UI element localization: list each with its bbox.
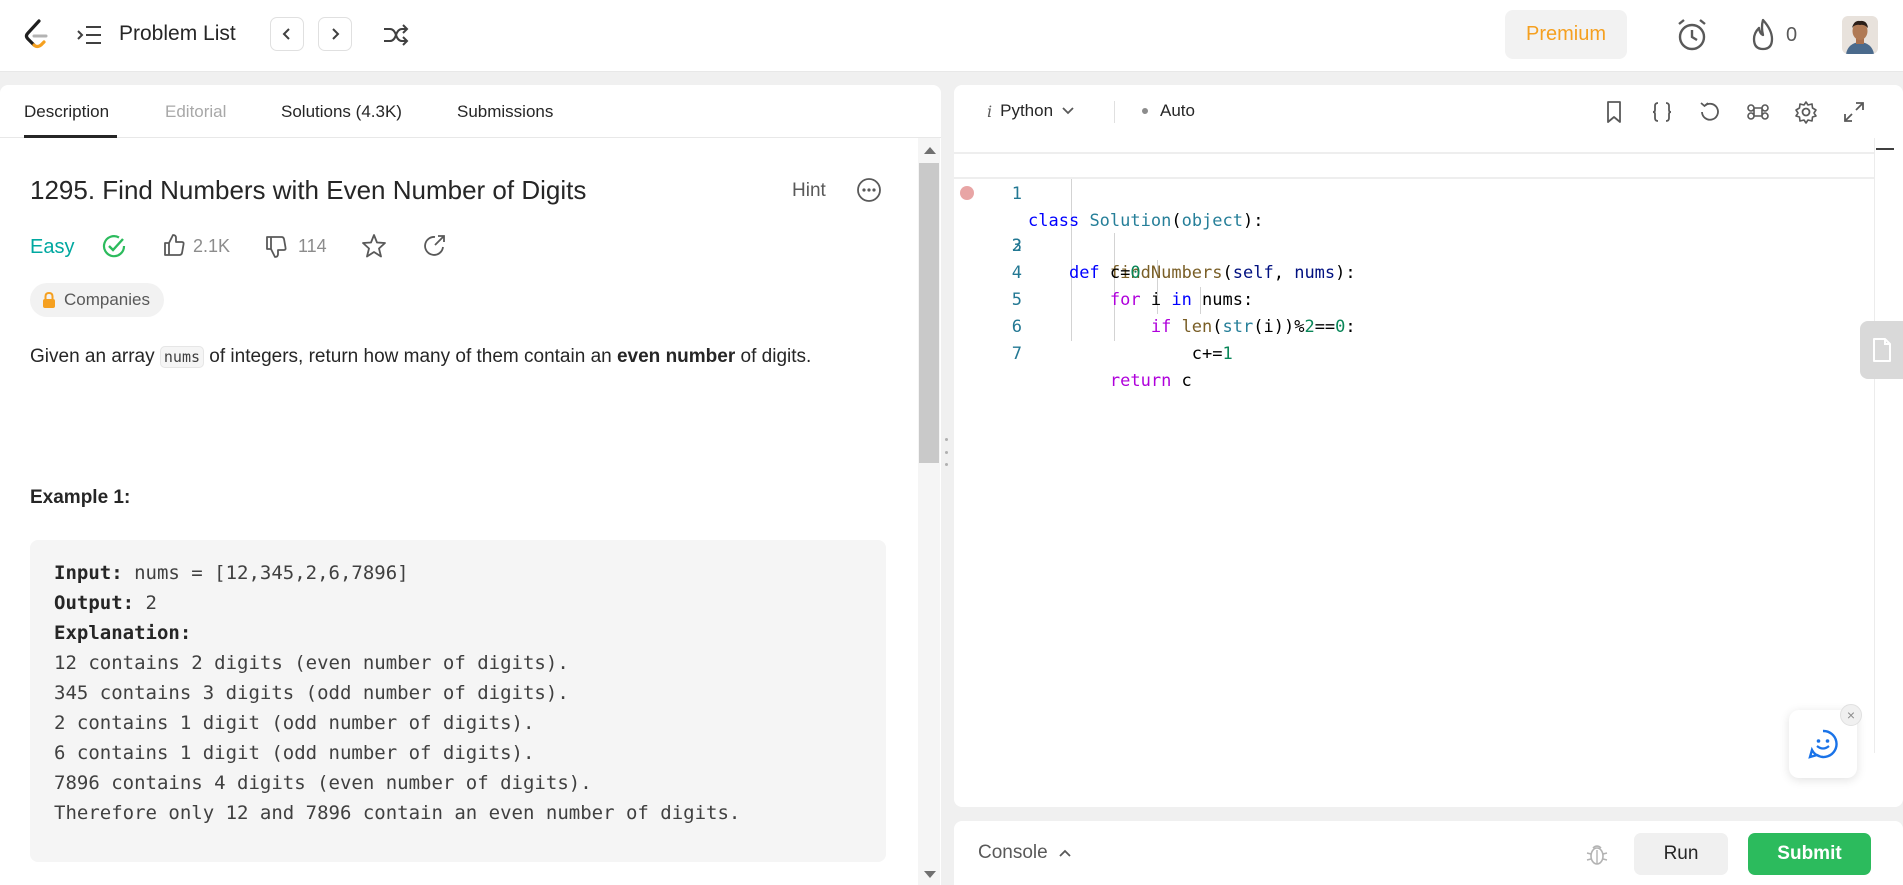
chevron-left-icon bbox=[282, 28, 290, 40]
close-icon[interactable]: × bbox=[1840, 704, 1862, 726]
problem-list-label[interactable]: Problem List bbox=[119, 22, 236, 46]
prev-problem-button[interactable] bbox=[270, 17, 304, 51]
explanation-line: Therefore only 12 and 7896 contain an ev… bbox=[54, 802, 741, 824]
desc-text: Given an array bbox=[30, 346, 160, 367]
reset-icon[interactable] bbox=[1697, 99, 1723, 125]
bookmark-icon[interactable] bbox=[1601, 99, 1627, 125]
code-line[interactable]: 1 class Solution(object): bbox=[954, 152, 1874, 231]
problem-tabs: Description Editorial Solutions (4.3K) S… bbox=[0, 85, 941, 138]
streak-count: 0 bbox=[1786, 24, 1798, 46]
code-area[interactable]: 1 class Solution(object): 2 def findNumb… bbox=[954, 152, 1874, 391]
lock-icon bbox=[43, 292, 55, 308]
console-toggle[interactable]: Console bbox=[978, 842, 1072, 864]
chat-smile-icon bbox=[1808, 729, 1838, 759]
code-line[interactable]: 7 return c bbox=[954, 314, 1874, 391]
avatar[interactable] bbox=[1842, 16, 1878, 54]
code-editor-panel: i Python Auto 1 class Solution(object): … bbox=[954, 85, 1903, 807]
share-icon[interactable] bbox=[421, 233, 447, 259]
chevron-right-icon bbox=[332, 28, 340, 40]
hint-button[interactable]: Hint bbox=[792, 180, 826, 202]
explanation-line: 6 contains 1 digit (odd number of digits… bbox=[54, 742, 535, 764]
code-line[interactable]: 5 if len(str(i))%2==0: bbox=[954, 260, 1874, 337]
notes-side-tab[interactable] bbox=[1860, 321, 1903, 379]
auto-mode-toggle[interactable]: Auto bbox=[1142, 101, 1195, 121]
more-options-icon[interactable] bbox=[856, 177, 882, 203]
alarm-clock-icon[interactable] bbox=[1675, 17, 1709, 53]
auto-label: Auto bbox=[1160, 101, 1195, 120]
explanation-line: 7896 contains 4 digits (even number of d… bbox=[54, 772, 592, 794]
expand-icon[interactable] bbox=[1841, 99, 1867, 125]
description-panel: Description Editorial Solutions (4.3K) S… bbox=[0, 85, 941, 885]
flame-icon[interactable] bbox=[1748, 17, 1778, 53]
status-dot bbox=[1142, 108, 1148, 114]
scroll-up-arrow-icon[interactable] bbox=[924, 147, 936, 154]
next-problem-button[interactable] bbox=[318, 17, 352, 51]
scroll-down-arrow-icon[interactable] bbox=[924, 871, 936, 878]
thumbs-up-icon[interactable] bbox=[162, 233, 186, 257]
example-input-label: Input: bbox=[54, 562, 123, 584]
code-text: return c bbox=[1109, 371, 1192, 391]
companies-tag[interactable]: Companies bbox=[30, 283, 164, 317]
settings-gear-icon[interactable] bbox=[1793, 99, 1819, 125]
star-icon[interactable] bbox=[361, 233, 387, 259]
language-label: Python bbox=[1000, 101, 1054, 120]
run-button[interactable]: Run bbox=[1634, 833, 1728, 875]
leetcode-logo-icon[interactable] bbox=[22, 18, 50, 52]
scrollbar-thumb[interactable] bbox=[919, 163, 939, 463]
example-title: Example 1: bbox=[30, 487, 131, 508]
thumbs-down-icon[interactable] bbox=[264, 235, 288, 259]
debug-bug-icon[interactable] bbox=[1584, 841, 1610, 867]
active-tab-indicator bbox=[24, 135, 117, 138]
tab-description[interactable]: Description bbox=[24, 102, 109, 122]
console-label: Console bbox=[978, 842, 1048, 863]
problem-list-icon[interactable] bbox=[76, 24, 102, 46]
language-selector[interactable]: i Python bbox=[987, 101, 1075, 121]
info-icon: i bbox=[987, 101, 993, 121]
example-output-value: 2 bbox=[134, 592, 157, 614]
page-title: 1295. Find Numbers with Even Number of D… bbox=[30, 175, 587, 205]
like-count: 2.1K bbox=[193, 236, 231, 256]
submit-button[interactable]: Submit bbox=[1748, 833, 1871, 875]
tab-solutions[interactable]: Solutions (4.3K) bbox=[281, 102, 402, 122]
difficulty-badge: Easy bbox=[30, 236, 75, 258]
editor-scrollbar[interactable] bbox=[1874, 138, 1896, 753]
top-nav: Problem List Premium 0 bbox=[0, 0, 1903, 72]
example-input-value: nums = [12,345,2,6,7896] bbox=[122, 562, 409, 584]
explanation-line: 12 contains 2 digits (even number of dig… bbox=[54, 652, 569, 674]
shuffle-icon[interactable] bbox=[382, 22, 410, 48]
tab-editorial[interactable]: Editorial bbox=[165, 102, 226, 122]
code-text: c+=1 bbox=[1028, 344, 1233, 364]
dislike-count: 114 bbox=[298, 236, 327, 256]
companies-label: Companies bbox=[64, 290, 150, 309]
solved-check-icon bbox=[102, 235, 126, 258]
tab-submissions[interactable]: Submissions bbox=[457, 102, 553, 122]
chevron-down-icon bbox=[1062, 107, 1074, 115]
explanation-line: 345 contains 3 digits (odd number of dig… bbox=[54, 682, 569, 704]
desc-bold-text: even number bbox=[616, 346, 736, 367]
code-line[interactable]: 4 for i in nums: bbox=[954, 233, 1874, 310]
code-line[interactable]: 2 def findNumbers(self, nums): bbox=[954, 179, 1874, 283]
example-output-label: Output: bbox=[54, 592, 135, 614]
example-block: Input: nums = [12,345,2,6,7896] Output: … bbox=[30, 540, 886, 862]
inline-code-nums: nums bbox=[159, 346, 205, 368]
premium-button[interactable]: Premium bbox=[1505, 10, 1627, 59]
panel-resize-handle[interactable] bbox=[945, 438, 948, 466]
code-line[interactable]: 6 c+=1 bbox=[954, 287, 1874, 364]
scrollbar-position-marker bbox=[1876, 148, 1894, 150]
example-explanation-label: Explanation: bbox=[54, 622, 192, 644]
code-line[interactable]: 3 c=0 bbox=[954, 206, 1874, 283]
line-number: 7 bbox=[1011, 344, 1022, 364]
format-braces-icon[interactable] bbox=[1649, 99, 1675, 125]
document-icon bbox=[1872, 338, 1891, 362]
explanation-line: 2 contains 1 digit (odd number of digits… bbox=[54, 712, 535, 734]
console-bar: Console Run Submit bbox=[954, 821, 1903, 885]
desc-text: of digits. bbox=[735, 346, 812, 367]
editor-toolbar: i Python Auto bbox=[954, 85, 1903, 138]
shortcuts-command-icon[interactable] bbox=[1745, 99, 1771, 125]
breakpoint-marker[interactable] bbox=[960, 186, 974, 200]
toolbar-separator bbox=[1114, 101, 1115, 123]
problem-description: Given an array nums of integers, return … bbox=[30, 341, 850, 373]
chevron-up-icon bbox=[1059, 849, 1071, 857]
desc-text: of integers, return how many of them con… bbox=[204, 346, 617, 367]
